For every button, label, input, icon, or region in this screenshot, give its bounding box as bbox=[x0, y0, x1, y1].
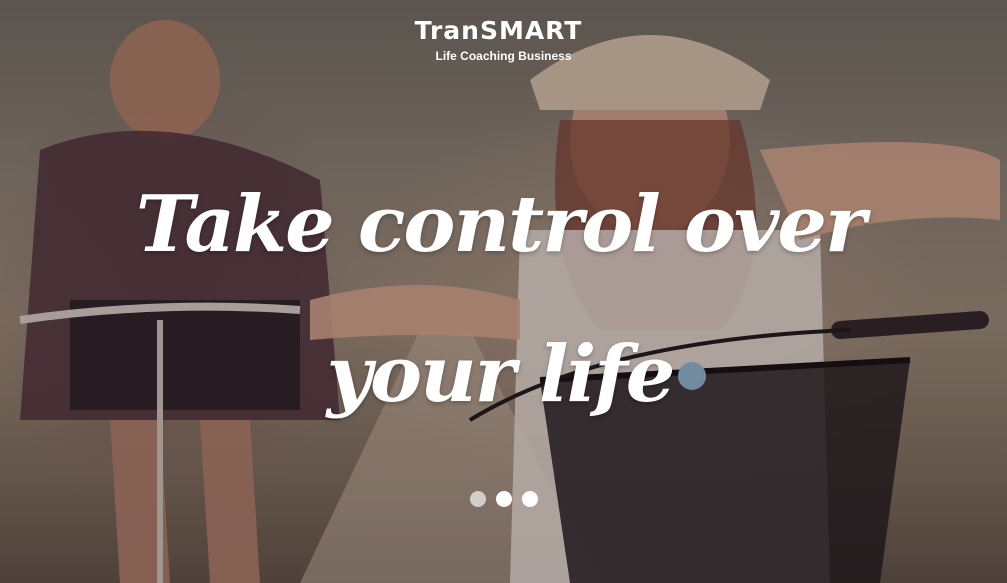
hero-headline: Take control over your life bbox=[135, 179, 866, 420]
site-logo-title[interactable]: TranSMART bbox=[0, 14, 1007, 48]
slider-dot-3[interactable] bbox=[522, 491, 538, 507]
site-tagline: Life Coaching Business bbox=[435, 49, 572, 63]
hero-slider: TranSMART Life Coaching Business Take co… bbox=[0, 0, 1007, 583]
brand-header: TranSMART Life Coaching Business bbox=[0, 14, 1007, 64]
slider-dot-2[interactable] bbox=[496, 491, 512, 507]
slider-dot-1[interactable] bbox=[470, 491, 486, 507]
slider-pagination bbox=[470, 491, 538, 507]
